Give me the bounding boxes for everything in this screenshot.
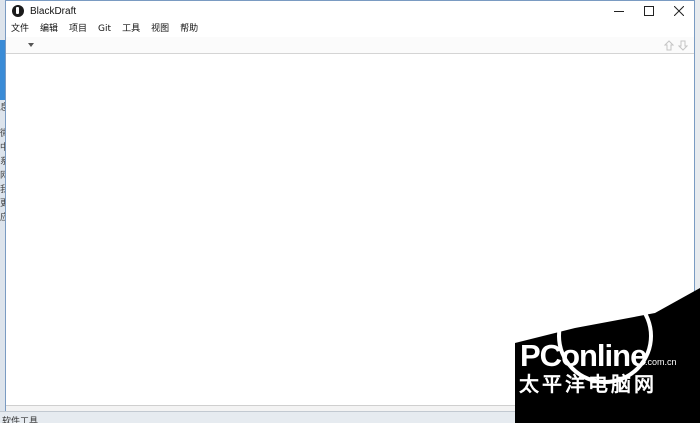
menu-project[interactable]: 项目 <box>69 21 87 37</box>
dropdown-arrow-icon[interactable] <box>28 43 34 47</box>
watermark-domain: .com.cn <box>645 357 677 367</box>
menu-bar: 文件 编辑 项目 Git 工具 视图 帮助 <box>6 21 694 37</box>
background-taskbar-text: 软件工具 <box>2 417 39 423</box>
title-bar[interactable]: BlackDraft <box>6 1 694 21</box>
maximize-icon <box>644 6 654 16</box>
window-controls <box>604 1 694 21</box>
arrow-up-icon[interactable] <box>664 40 674 51</box>
toolbar <box>6 37 694 54</box>
close-button[interactable] <box>664 1 694 21</box>
menu-edit[interactable]: 编辑 <box>40 21 58 37</box>
menu-git[interactable]: Git <box>98 21 111 37</box>
close-icon <box>674 6 684 16</box>
arrow-down-icon[interactable] <box>678 40 688 51</box>
watermark-chinese: 太平洋电脑网 <box>519 372 657 396</box>
menu-tools[interactable]: 工具 <box>122 21 140 37</box>
menu-file[interactable]: 文件 <box>11 21 29 37</box>
minimize-button[interactable] <box>604 1 634 21</box>
menu-view[interactable]: 视图 <box>151 21 169 37</box>
menu-help[interactable]: 帮助 <box>180 21 198 37</box>
minimize-icon <box>614 11 624 12</box>
app-logo-icon <box>12 5 24 17</box>
window-title: BlackDraft <box>30 5 77 17</box>
maximize-button[interactable] <box>634 1 664 21</box>
